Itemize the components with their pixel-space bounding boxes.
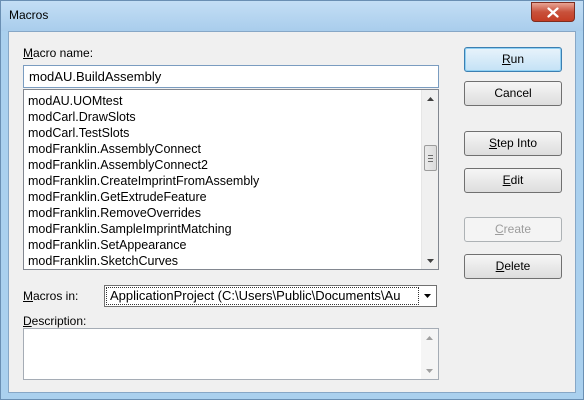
scroll-down-button[interactable] bbox=[422, 252, 439, 269]
close-button[interactable] bbox=[531, 2, 575, 22]
macro-list[interactable]: modAU.UOMtest modCarl.DrawSlots modCarl.Te… bbox=[23, 89, 439, 270]
macro-list-item[interactable]: modCarl.TestSlots bbox=[28, 125, 259, 141]
macros-in-selected-value: ApplicationProject (C:\Users\Public\Docu… bbox=[106, 287, 419, 305]
title-bar[interactable]: Macros bbox=[1, 1, 583, 31]
macro-list-item[interactable]: modFranklin.SampleImprintMatching bbox=[28, 221, 259, 237]
macro-name-label: Macro name: bbox=[23, 46, 94, 60]
macros-dialog: Macros Macro name: modAU.BuildAssembly m… bbox=[0, 0, 584, 400]
scroll-up-arrow-icon bbox=[427, 96, 434, 101]
macro-list-item[interactable]: modFranklin.CreateImprintFromAssembly bbox=[28, 173, 259, 189]
macro-list-item[interactable]: modCarl.DrawSlots bbox=[28, 109, 259, 125]
description-label: Description: bbox=[23, 314, 87, 328]
macro-list-item[interactable]: modFranklin.SetAppearance bbox=[28, 237, 259, 253]
scroll-down-arrow-icon bbox=[426, 368, 433, 373]
description-scroll-up bbox=[421, 329, 438, 346]
step-into-button[interactable]: Step Into bbox=[464, 131, 562, 156]
macros-in-dropdown-button[interactable] bbox=[419, 286, 436, 306]
macro-list-item[interactable]: modFranklin.AssemblyConnect bbox=[28, 141, 259, 157]
scroll-thumb[interactable] bbox=[424, 145, 437, 171]
macro-name-input[interactable]: modAU.BuildAssembly bbox=[23, 65, 439, 88]
dialog-client-area: Macro name: modAU.BuildAssembly modAU.UO… bbox=[8, 31, 576, 393]
macro-list-item[interactable]: modFranklin.RemoveOverrides bbox=[28, 205, 259, 221]
description-scrollbar bbox=[421, 329, 438, 379]
cancel-button[interactable]: Cancel bbox=[464, 81, 562, 106]
macro-list-item[interactable]: modFranklin.GetExtrudeFeature bbox=[28, 189, 259, 205]
macro-list-scrollbar[interactable] bbox=[421, 90, 438, 269]
scroll-down-arrow-icon bbox=[427, 258, 434, 263]
macro-list-item[interactable]: modAU.UOMtest bbox=[28, 93, 259, 109]
macro-list-item[interactable]: modFranklin.SketchCurves bbox=[28, 253, 259, 269]
window-title: Macros bbox=[9, 8, 49, 22]
close-icon bbox=[547, 6, 559, 18]
description-scroll-down bbox=[421, 362, 438, 379]
edit-button[interactable]: Edit bbox=[464, 168, 562, 193]
description-textarea[interactable] bbox=[23, 328, 439, 380]
macro-list-items: modAU.UOMtest modCarl.DrawSlots modCarl.Te… bbox=[28, 93, 259, 269]
macros-in-select[interactable]: ApplicationProject (C:\Users\Public\Docu… bbox=[104, 285, 437, 307]
run-button[interactable]: Run bbox=[464, 47, 562, 72]
macros-in-label: Macros in: bbox=[23, 289, 79, 303]
create-button[interactable]: Create bbox=[464, 217, 562, 242]
chevron-down-icon bbox=[424, 294, 431, 298]
macro-list-item[interactable]: modFranklin.AssemblyConnect2 bbox=[28, 157, 259, 173]
scroll-up-arrow-icon bbox=[426, 335, 433, 340]
scroll-up-button[interactable] bbox=[422, 90, 439, 107]
delete-button[interactable]: Delete bbox=[464, 254, 562, 279]
